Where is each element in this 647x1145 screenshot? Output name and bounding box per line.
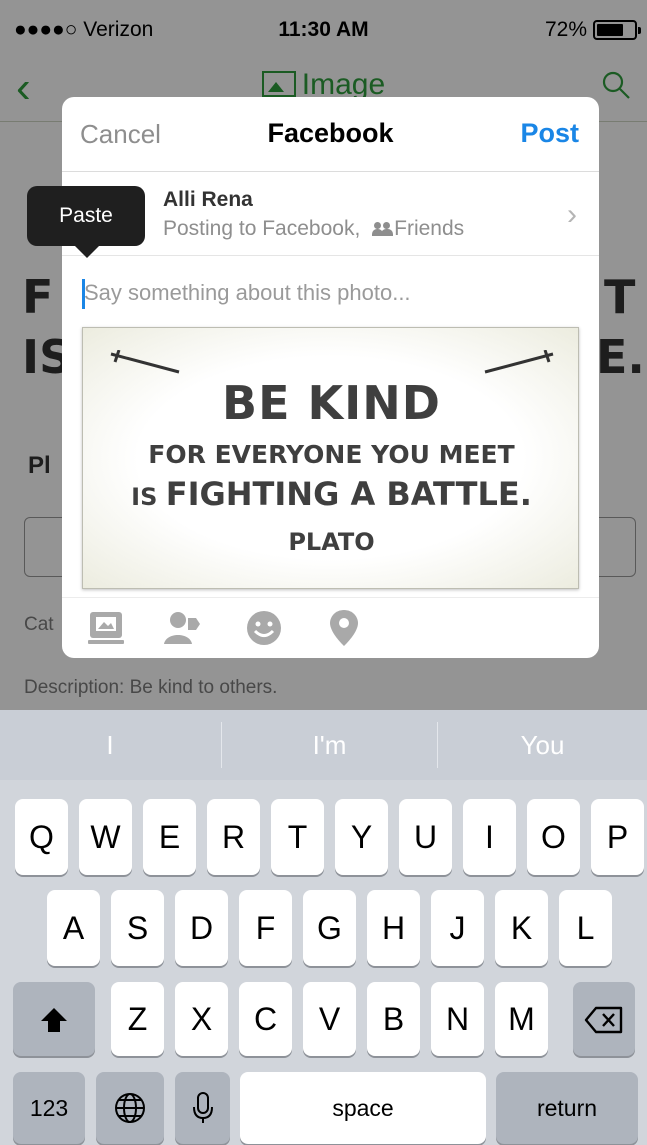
key-n[interactable]: N xyxy=(431,982,484,1056)
key-q[interactable]: Q xyxy=(15,799,68,875)
key-v[interactable]: V xyxy=(303,982,356,1056)
caption-input[interactable] xyxy=(84,275,574,311)
friends-icon xyxy=(372,222,394,236)
account-name: Alli Rena xyxy=(163,188,253,211)
key-z[interactable]: Z xyxy=(111,982,164,1056)
key-d[interactable]: D xyxy=(175,890,228,966)
photo-headline: BE KIND xyxy=(222,376,441,430)
account-subtitle: Posting to Facebook, Friends xyxy=(163,217,464,241)
key-b[interactable]: B xyxy=(367,982,420,1056)
delete-key[interactable] xyxy=(573,982,635,1056)
prediction-option[interactable]: I'm xyxy=(222,710,437,780)
predictive-bar: I I'm You xyxy=(0,710,647,780)
key-w[interactable]: W xyxy=(79,799,132,875)
key-p[interactable]: P xyxy=(591,799,644,875)
facebook-share-sheet: Cancel Facebook Post Alli Rena Posting t… xyxy=(62,97,599,658)
photo-attribution: PLATO xyxy=(288,528,375,556)
photo-line-main: FIGHTING A BATTLE xyxy=(165,475,520,513)
post-button[interactable]: Post xyxy=(520,118,579,149)
key-y[interactable]: Y xyxy=(335,799,388,875)
key-h[interactable]: H xyxy=(367,890,420,966)
key-e[interactable]: E xyxy=(143,799,196,875)
key-o[interactable]: O xyxy=(527,799,580,875)
key-k[interactable]: K xyxy=(495,890,548,966)
key-l[interactable]: L xyxy=(559,890,612,966)
location-pin-icon[interactable] xyxy=(324,608,364,648)
sword-left-icon xyxy=(110,350,180,374)
key-f[interactable]: F xyxy=(239,890,292,966)
key-u[interactable]: U xyxy=(399,799,452,875)
chevron-right-icon: › xyxy=(567,198,577,231)
globe-icon xyxy=(115,1093,145,1123)
prediction-option[interactable]: You xyxy=(438,710,647,780)
photo-line-prefix: IS xyxy=(131,483,166,511)
photo-line: IS FIGHTING A BATTLE. xyxy=(83,475,580,513)
numbers-key[interactable]: 123 xyxy=(13,1072,85,1144)
key-x[interactable]: X xyxy=(175,982,228,1056)
caption-row xyxy=(62,257,599,323)
globe-key[interactable] xyxy=(96,1072,164,1144)
audience-label: Friends xyxy=(394,217,465,240)
album-icon[interactable] xyxy=(86,608,126,648)
tag-people-icon[interactable] xyxy=(162,608,202,648)
shift-icon xyxy=(41,1008,67,1032)
key-a[interactable]: A xyxy=(47,890,100,966)
photo-line: FOR EVERYONE YOU MEET xyxy=(148,440,515,469)
key-t[interactable]: T xyxy=(271,799,324,875)
emoji-icon[interactable] xyxy=(244,608,284,648)
key-m[interactable]: M xyxy=(495,982,548,1056)
prediction-option[interactable]: I xyxy=(0,710,220,780)
shift-key[interactable] xyxy=(13,982,95,1056)
microphone-icon xyxy=(192,1092,213,1123)
paste-menu-button[interactable]: Paste xyxy=(27,186,145,258)
backspace-icon xyxy=(584,1006,623,1034)
sheet-header: Cancel Facebook Post xyxy=(62,97,599,172)
keyboard: I I'm You QWERTYUIOP ASDFGHJKL ZXCVBNM 1… xyxy=(0,710,647,1145)
sheet-title: Facebook xyxy=(267,118,394,148)
key-r[interactable]: R xyxy=(207,799,260,875)
key-i[interactable]: I xyxy=(463,799,516,875)
key-j[interactable]: J xyxy=(431,890,484,966)
key-c[interactable]: C xyxy=(239,982,292,1056)
sword-right-icon xyxy=(484,350,554,374)
posting-to-label: Posting to Facebook, xyxy=(163,217,361,240)
key-s[interactable]: S xyxy=(111,890,164,966)
photo-line-suffix: . xyxy=(519,475,532,513)
photo-preview: BE KIND FOR EVERYONE YOU MEET IS FIGHTIN… xyxy=(82,327,579,589)
return-key[interactable]: return xyxy=(496,1072,638,1144)
key-g[interactable]: G xyxy=(303,890,356,966)
space-key[interactable]: space xyxy=(240,1072,486,1144)
dictation-key[interactable] xyxy=(175,1072,230,1144)
sheet-toolbar xyxy=(62,597,599,658)
